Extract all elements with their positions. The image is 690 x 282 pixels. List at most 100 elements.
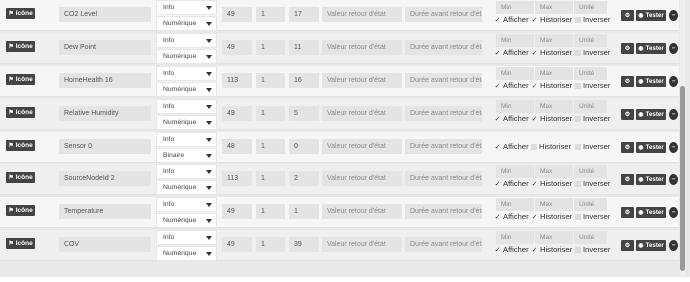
min-input[interactable]: Min <box>496 165 534 178</box>
index-field[interactable]: 39 <box>289 237 319 252</box>
min-input[interactable]: Min <box>496 1 534 14</box>
test-button[interactable]: ◉ Tester <box>636 142 666 153</box>
subtype-select[interactable]: Numérique <box>156 115 217 130</box>
return-value-input[interactable]: Valeur retour d'état <box>322 204 402 219</box>
min-input[interactable]: Min <box>496 231 534 244</box>
icon-button[interactable]: ⚑ Icône <box>6 74 35 85</box>
type-select[interactable]: Info <box>156 132 217 147</box>
max-input[interactable]: Max <box>535 231 573 244</box>
show-checkbox[interactable]: ✓ Afficher <box>494 48 529 57</box>
min-input[interactable]: Min <box>496 100 534 113</box>
max-input[interactable]: Max <box>535 1 573 14</box>
invert-checkbox[interactable]: Inverser <box>575 48 610 57</box>
instance-field[interactable]: 1 <box>256 106 285 121</box>
command-name-field[interactable]: SourceNodeId 2 <box>59 171 151 186</box>
invert-checkbox[interactable]: Inverser <box>575 142 610 151</box>
class-field[interactable]: 48 <box>222 139 252 154</box>
configure-button[interactable]: ⚙ <box>621 43 634 54</box>
invert-checkbox[interactable]: Inverser <box>575 15 610 24</box>
show-checkbox[interactable]: ✓ Afficher <box>494 114 529 123</box>
type-select[interactable]: Info <box>156 99 217 114</box>
return-duration-input[interactable]: Durée avant retour d'état ( <box>405 171 482 186</box>
configure-button[interactable]: ⚙ <box>621 142 634 153</box>
remove-button[interactable]: − <box>669 142 678 153</box>
icon-button[interactable]: ⚑ Icône <box>6 238 35 249</box>
instance-field[interactable]: 1 <box>256 237 285 252</box>
test-button[interactable]: ◉ Tester <box>636 10 666 21</box>
configure-button[interactable]: ⚙ <box>621 109 634 120</box>
instance-field[interactable]: 1 <box>256 7 285 22</box>
instance-field[interactable]: 1 <box>256 73 285 88</box>
index-field[interactable]: 16 <box>289 73 319 88</box>
subtype-select[interactable]: Numérique <box>156 180 217 195</box>
instance-field[interactable]: 1 <box>256 139 285 154</box>
historize-checkbox[interactable]: Historiser <box>531 142 571 151</box>
return-value-input[interactable]: Valeur retour d'état <box>322 40 402 55</box>
type-select[interactable]: Info <box>156 66 217 81</box>
subtype-select[interactable]: Numérique <box>156 213 217 228</box>
type-select[interactable]: Info <box>156 0 217 15</box>
show-checkbox[interactable]: ✓ Afficher <box>494 245 529 254</box>
max-input[interactable]: Max <box>535 100 573 113</box>
index-field[interactable]: 5 <box>289 106 319 121</box>
icon-button[interactable]: ⚑ Icône <box>6 205 35 216</box>
show-checkbox[interactable]: ✓ Afficher <box>494 212 529 221</box>
command-name-field[interactable]: Dew Point <box>59 40 151 55</box>
return-duration-input[interactable]: Durée avant retour d'état ( <box>405 73 482 88</box>
test-button[interactable]: ◉ Tester <box>636 109 666 120</box>
instance-field[interactable]: 1 <box>256 204 285 219</box>
command-name-field[interactable]: HomeHealth 16 <box>59 73 151 88</box>
index-field[interactable]: 17 <box>289 7 319 22</box>
instance-field[interactable]: 1 <box>256 171 285 186</box>
test-button[interactable]: ◉ Tester <box>636 174 666 185</box>
type-select[interactable]: Info <box>156 230 217 245</box>
invert-checkbox[interactable]: Inverser <box>575 212 610 221</box>
min-input[interactable]: Min <box>496 34 534 47</box>
remove-button[interactable]: − <box>669 240 678 251</box>
command-name-field[interactable]: Temperature <box>59 204 151 219</box>
min-input[interactable]: Min <box>496 67 534 80</box>
class-field[interactable]: 49 <box>222 7 252 22</box>
icon-button[interactable]: ⚑ Icône <box>6 172 35 183</box>
unit-input[interactable]: Unité <box>574 198 607 211</box>
configure-button[interactable]: ⚙ <box>621 174 634 185</box>
invert-checkbox[interactable]: Inverser <box>575 114 610 123</box>
type-select[interactable]: Info <box>156 33 217 48</box>
show-checkbox[interactable]: ✓ Afficher <box>494 15 529 24</box>
scrollbar[interactable] <box>680 0 685 276</box>
configure-button[interactable]: ⚙ <box>621 207 634 218</box>
class-field[interactable]: 49 <box>222 106 252 121</box>
type-select[interactable]: Info <box>156 197 217 212</box>
historize-checkbox[interactable]: ✓ Historiser <box>531 48 573 57</box>
icon-button[interactable]: ⚑ Icône <box>6 41 35 52</box>
unit-input[interactable]: Unité <box>574 67 607 80</box>
return-value-input[interactable]: Valeur retour d'état <box>322 106 402 121</box>
max-input[interactable]: Max <box>535 165 573 178</box>
test-button[interactable]: ◉ Tester <box>636 43 666 54</box>
return-duration-input[interactable]: Durée avant retour d'état ( <box>405 139 482 154</box>
unit-input[interactable]: Unité <box>574 1 607 14</box>
max-input[interactable]: Max <box>535 34 573 47</box>
class-field[interactable]: 49 <box>222 237 252 252</box>
return-duration-input[interactable]: Durée avant retour d'état ( <box>405 237 482 252</box>
remove-button[interactable]: − <box>669 10 678 21</box>
unit-input[interactable]: Unité <box>574 100 607 113</box>
configure-button[interactable]: ⚙ <box>621 240 634 251</box>
class-field[interactable]: 113 <box>222 171 252 186</box>
index-field[interactable]: 2 <box>289 171 319 186</box>
remove-button[interactable]: − <box>669 207 678 218</box>
historize-checkbox[interactable]: ✓ Historiser <box>531 114 573 123</box>
scrollbar-thumb[interactable] <box>680 86 685 271</box>
class-field[interactable]: 113 <box>222 73 252 88</box>
unit-input[interactable]: Unité <box>574 231 607 244</box>
return-value-input[interactable]: Valeur retour d'état <box>322 7 402 22</box>
historize-checkbox[interactable]: ✓ Historiser <box>531 81 573 90</box>
command-name-field[interactable]: COV <box>59 237 151 252</box>
remove-button[interactable]: − <box>669 76 678 87</box>
remove-button[interactable]: − <box>669 174 678 185</box>
return-duration-input[interactable]: Durée avant retour d'état ( <box>405 7 482 22</box>
instance-field[interactable]: 1 <box>256 40 285 55</box>
subtype-select[interactable]: Numérique <box>156 49 217 64</box>
subtype-select[interactable]: Numérique <box>156 246 217 261</box>
test-button[interactable]: ◉ Tester <box>636 76 666 87</box>
